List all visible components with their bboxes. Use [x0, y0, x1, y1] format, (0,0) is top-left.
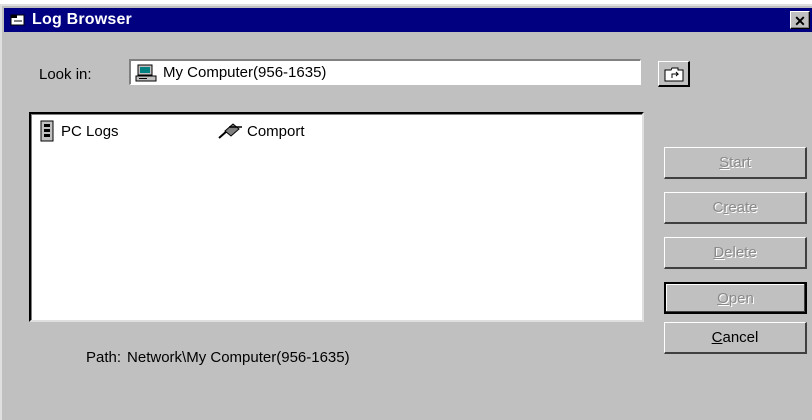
log-browser-window: Log Browser ✕ Look in: My Computer(956-1…: [0, 4, 812, 420]
look-in-label: Look in:: [39, 66, 92, 83]
path-value: Network\My Computer(956-1635): [127, 349, 350, 366]
path-display: Path: Network\My Computer(956-1635): [86, 349, 350, 366]
title-bar[interactable]: Log Browser ✕: [4, 8, 812, 32]
up-one-level-button[interactable]: [658, 61, 690, 87]
computer-icon: [135, 64, 157, 82]
create-button[interactable]: Create: [664, 192, 807, 224]
list-item-label: Comport: [247, 122, 305, 140]
close-button[interactable]: ✕: [790, 11, 810, 29]
log-browser-icon: [10, 12, 26, 28]
path-label: Path:: [86, 349, 122, 366]
window-title: Log Browser: [32, 11, 132, 28]
log-file-list[interactable]: PC Logs Comport: [29, 112, 644, 322]
up-folder-icon: [664, 67, 683, 81]
close-icon: ✕: [794, 13, 806, 29]
delete-button[interactable]: Delete: [664, 237, 807, 269]
list-item-comport[interactable]: Comport: [217, 120, 305, 142]
start-button[interactable]: Start: [664, 147, 807, 179]
list-item-pc-logs[interactable]: PC Logs: [37, 120, 119, 142]
look-in-value: My Computer(956-1635): [163, 64, 327, 81]
pc-logs-icon: [37, 120, 57, 142]
comport-cable-icon: [217, 120, 243, 142]
look-in-dropdown[interactable]: My Computer(956-1635): [129, 59, 641, 85]
list-item-label: PC Logs: [61, 122, 119, 140]
open-button[interactable]: Open: [664, 282, 807, 314]
cancel-button[interactable]: Cancel: [664, 322, 807, 354]
